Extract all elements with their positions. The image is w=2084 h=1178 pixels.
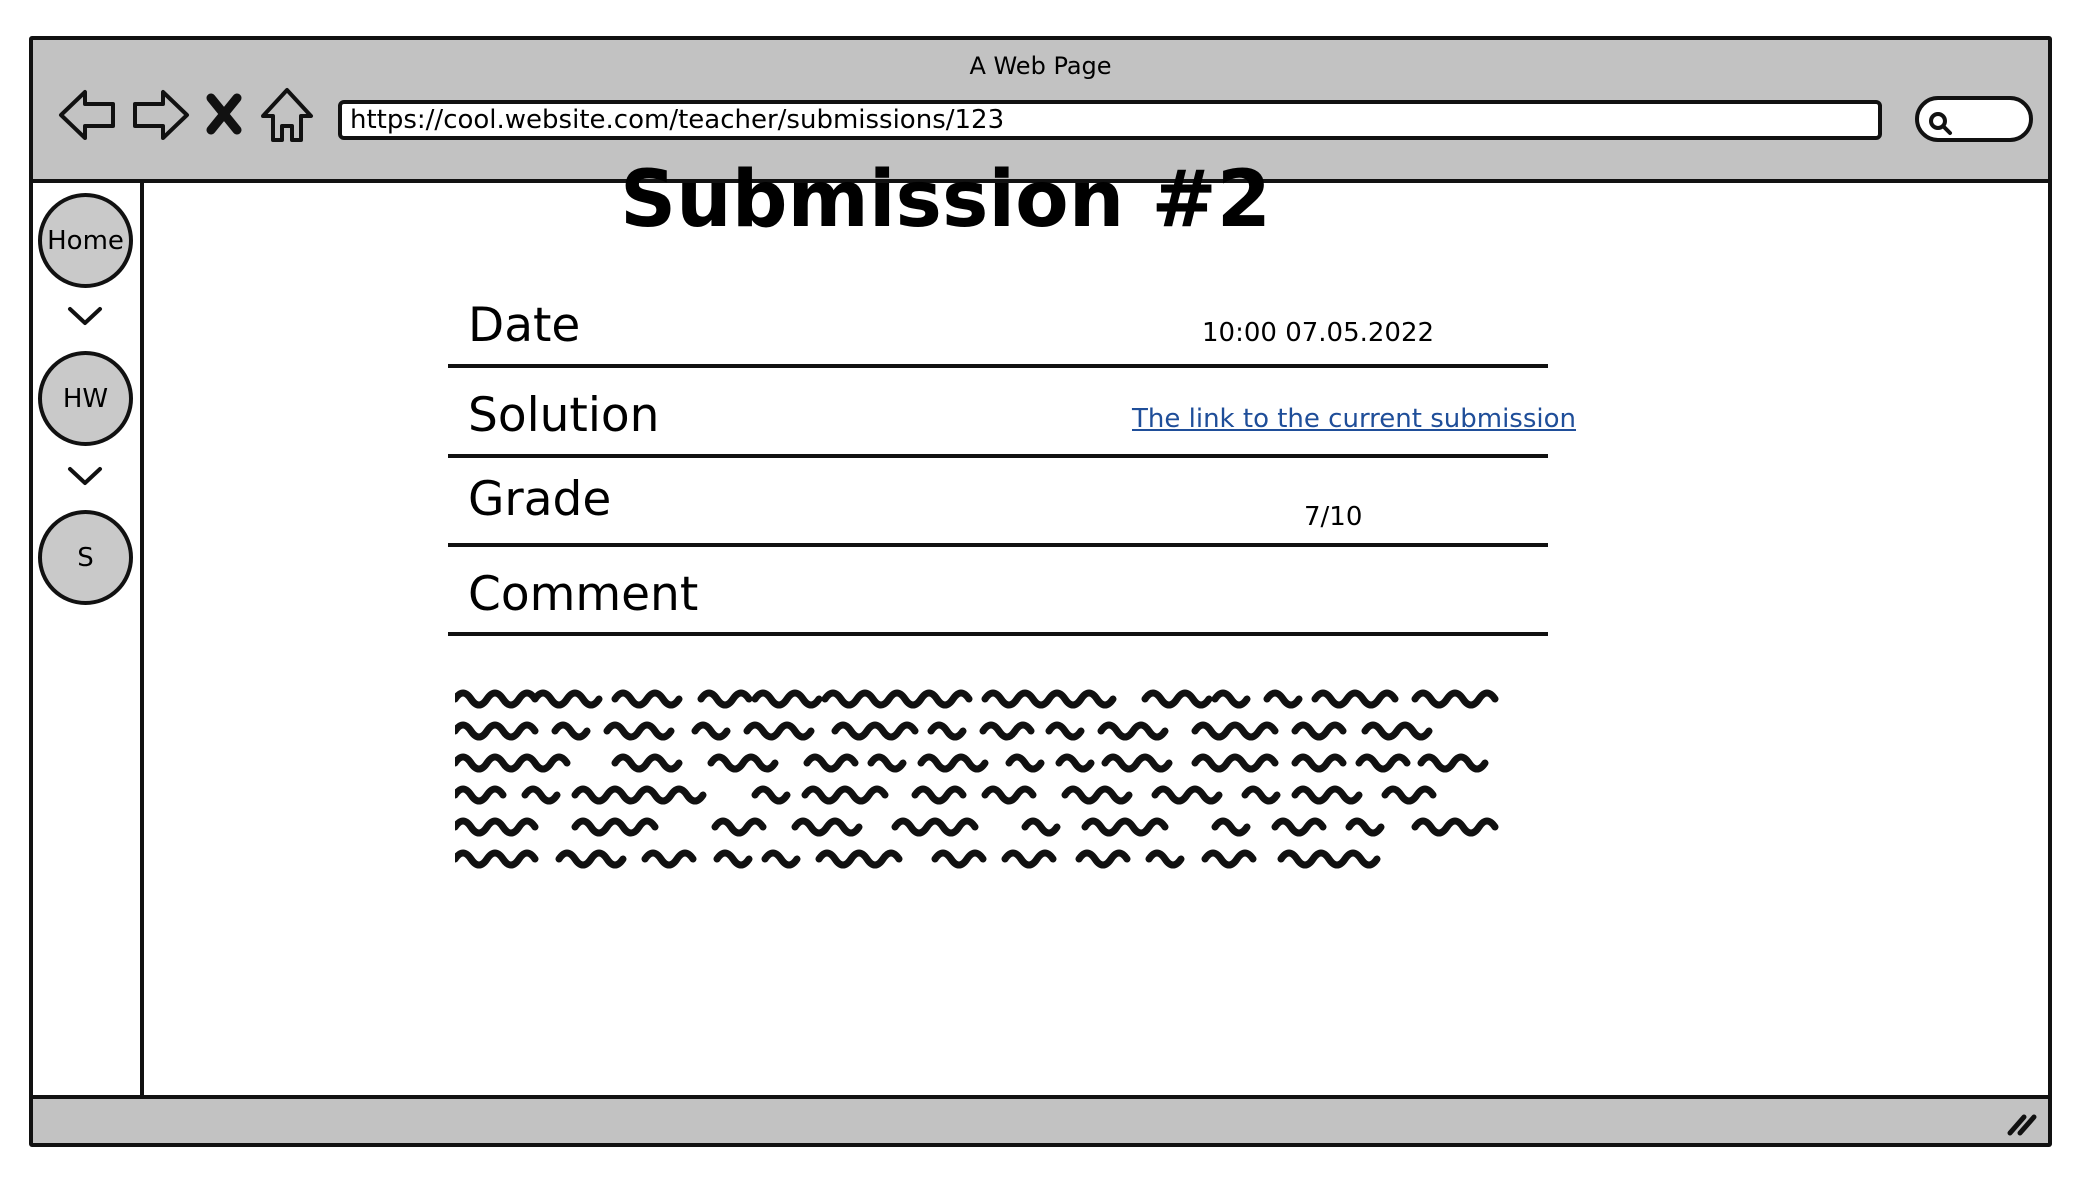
sidebar-item-hw[interactable]: HW (38, 351, 133, 446)
scribble-line (455, 849, 1381, 869)
scribble-line (455, 721, 1433, 741)
comment-row: Comment (448, 547, 1548, 636)
search-field[interactable] (1915, 96, 2033, 142)
grade-value: 7/10 (1304, 502, 1363, 532)
window-title: A Web Page (969, 52, 1112, 80)
comment-label: Comment (468, 567, 699, 622)
status-bar (33, 1095, 2048, 1143)
scribble-line (455, 753, 1489, 773)
sidebar: Home HW S (33, 183, 144, 1095)
sidebar-item-s[interactable]: S (38, 510, 133, 605)
back-arrow-icon[interactable] (57, 84, 119, 146)
chevron-down-icon (66, 305, 104, 327)
grade-row: Grade 7/10 (448, 458, 1548, 547)
solution-row: The link to the current submission Solut… (448, 368, 1576, 458)
chevron-down-icon (66, 465, 104, 487)
date-label: Date (468, 298, 581, 353)
sidebar-item-label: Home (47, 225, 124, 256)
date-value: 10:00 07.05.2022 (1202, 318, 1435, 348)
resize-grip-icon[interactable] (2004, 1107, 2038, 1137)
date-row: Date 10:00 07.05.2022 (448, 290, 1548, 368)
scribble-line (455, 689, 1499, 709)
solution-label: Solution (468, 388, 660, 443)
scribble-line (455, 817, 1499, 837)
scribble-line (455, 785, 1437, 805)
grade-label: Grade (468, 472, 612, 527)
address-bar[interactable]: https://cool.website.com/teacher/submiss… (338, 100, 1882, 140)
stop-icon[interactable] (201, 84, 247, 146)
page-title: Submission #2 (620, 155, 1272, 245)
submission-link[interactable]: The link to the current submission (1132, 404, 1576, 434)
sidebar-item-label: HW (62, 383, 109, 414)
sidebar-item-home[interactable]: Home (38, 193, 133, 288)
forward-arrow-icon[interactable] (129, 84, 191, 146)
home-icon[interactable] (259, 84, 315, 146)
comment-text (455, 683, 1565, 875)
search-icon (1929, 112, 1952, 135)
sidebar-item-label: S (77, 542, 94, 573)
